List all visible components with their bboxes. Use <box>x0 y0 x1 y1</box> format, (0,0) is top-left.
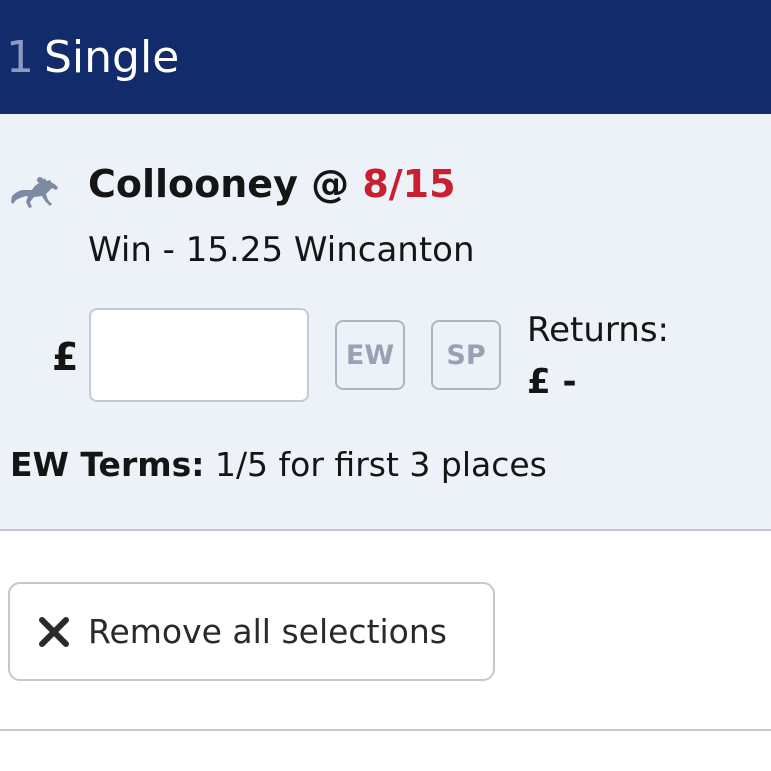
starting-price-toggle[interactable]: SP <box>431 320 501 390</box>
betslip-header: 1 Single <box>0 0 771 114</box>
horse-racing-icon <box>11 177 58 208</box>
selection-card: Collooney @ 8/15 Win - 15.25 Wincanton £… <box>0 114 771 531</box>
returns-value: £ - <box>527 362 577 402</box>
currency-symbol: £ <box>52 335 79 379</box>
remove-all-label: Remove all selections <box>88 612 447 651</box>
stake-input[interactable] <box>89 308 309 402</box>
ew-terms-label: EW Terms: <box>10 445 205 484</box>
close-icon <box>39 616 69 647</box>
remove-all-selections-button[interactable]: Remove all selections <box>8 582 495 681</box>
ew-terms-value: 1/5 for first 3 places <box>204 445 547 484</box>
selection-count: 1 <box>6 31 34 83</box>
selection-market: Win - 15.25 Wincanton <box>88 230 475 270</box>
each-way-terms: EW Terms: 1/5 for first 3 places <box>10 445 547 484</box>
selection-name: Collooney @ 8/15 <box>88 162 456 206</box>
runner-name: Collooney @ <box>88 162 363 206</box>
selection-odds[interactable]: 8/15 <box>362 162 455 206</box>
divider <box>0 729 771 731</box>
returns-label: Returns: <box>527 310 669 350</box>
each-way-toggle[interactable]: EW <box>335 320 405 390</box>
betslip-title: Single <box>44 31 180 83</box>
